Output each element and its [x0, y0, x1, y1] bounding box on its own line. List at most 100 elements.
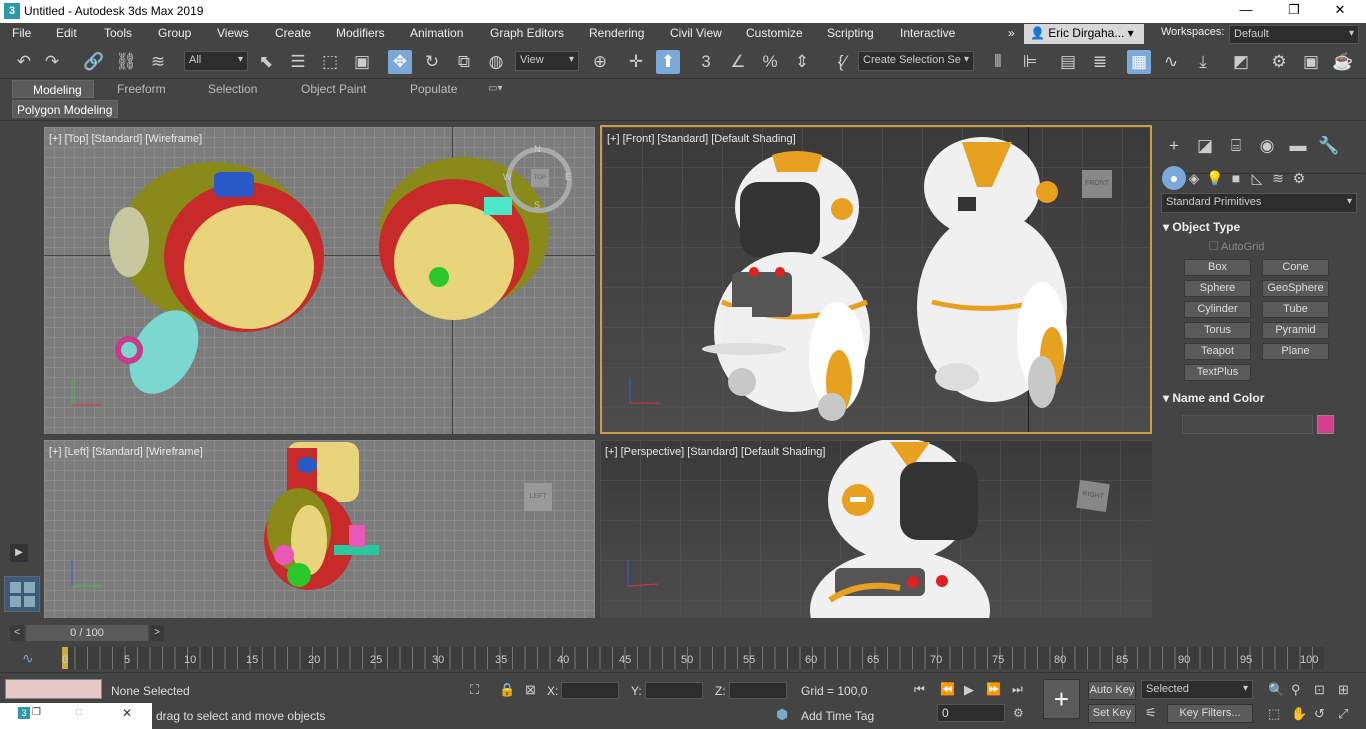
user-account-button[interactable]: 👤 Eric Dirgaha... ▾	[1024, 24, 1144, 44]
menu-views[interactable]: Views	[217, 26, 249, 40]
go-to-end-icon[interactable]: ⏭	[1012, 682, 1023, 697]
undo-icon[interactable]: ↶	[12, 50, 36, 74]
go-to-start-icon[interactable]: ⏮	[914, 682, 925, 697]
mini-curve-editor-icon[interactable]: ∿	[22, 650, 34, 667]
select-by-name-icon[interactable]: ☰	[286, 50, 310, 74]
display-tab-icon[interactable]: ▬	[1286, 134, 1310, 158]
viewport-front[interactable]: [+] [Front] [Standard] [Default Shading]…	[600, 125, 1152, 434]
plane-button[interactable]: Plane	[1262, 343, 1329, 360]
key-filter-icon[interactable]: ⚟	[1145, 705, 1157, 721]
autogrid-checkbox[interactable]: AutoGrid	[1209, 241, 1264, 253]
tube-button[interactable]: Tube	[1262, 301, 1329, 318]
viewport-top-label[interactable]: [+] [Top] [Standard] [Wireframe]	[49, 133, 202, 145]
name-and-color-rollout-header[interactable]: ▾ Name and Color	[1163, 391, 1359, 405]
select-object-icon[interactable]: ⬉	[254, 50, 278, 74]
menu-create[interactable]: Create	[275, 26, 311, 40]
expand-arrow-icon[interactable]: ▶	[10, 544, 28, 562]
pan-view-icon[interactable]: ✋	[1291, 706, 1307, 722]
viewcube-right[interactable]: RIGHT	[1076, 480, 1110, 512]
tab-object-paint[interactable]: Object Paint	[301, 82, 366, 96]
object-type-rollout-header[interactable]: ▾ Object Type	[1163, 220, 1359, 234]
menu-edit[interactable]: Edit	[56, 26, 77, 40]
curve-editor-icon[interactable]: ∿	[1159, 50, 1183, 74]
play-icon[interactable]: ▶	[964, 682, 974, 698]
add-time-tag-icon[interactable]: ⬢	[776, 706, 788, 723]
viewcube-compass-icon[interactable]: TOP N S W E	[503, 144, 572, 213]
y-coordinate-field[interactable]	[645, 682, 703, 699]
viewport-front-label[interactable]: [+] [Front] [Standard] [Default Shading]	[607, 133, 796, 145]
time-slider[interactable]: 0 / 100	[26, 625, 148, 641]
sphere-button[interactable]: Sphere	[1184, 280, 1251, 297]
systems-icon[interactable]: ⚙	[1287, 166, 1311, 190]
menu-customize[interactable]: Customize	[746, 26, 803, 40]
link-icon[interactable]: 🔗	[82, 50, 106, 74]
create-tab-icon[interactable]: +	[1162, 134, 1186, 158]
torus-button[interactable]: Torus	[1184, 322, 1251, 339]
viewport-top[interactable]: [+] [Top] [Standard] [Wireframe] TOP N S…	[44, 127, 595, 434]
viewcube-front[interactable]: FRONT	[1082, 170, 1112, 198]
menu-overflow-icon[interactable]: »	[1008, 26, 1015, 40]
auto-key-button[interactable]: Auto Key	[1088, 681, 1136, 700]
rectangular-selection-icon[interactable]: ⬚	[318, 50, 342, 74]
geosphere-button[interactable]: GeoSphere	[1262, 280, 1329, 297]
scene-explorer-icon[interactable]: ▤	[1056, 50, 1080, 74]
absolute-mode-icon[interactable]: ⊠	[525, 682, 536, 698]
percent-snap-icon[interactable]: %	[758, 50, 782, 74]
key-mode-dropdown[interactable]: Selected	[1141, 680, 1253, 699]
key-filters-button[interactable]: Key Filters...	[1167, 704, 1253, 723]
menu-group[interactable]: Group	[158, 26, 191, 40]
reference-coordinate-dropdown[interactable]: View	[515, 51, 579, 71]
rendered-frame-window-icon[interactable]: ▣	[1299, 50, 1323, 74]
select-and-rotate-icon[interactable]: ↻	[420, 50, 444, 74]
close-button[interactable]: ✕	[1320, 2, 1360, 20]
maximize-button[interactable]: ❐	[1274, 2, 1314, 20]
menu-tools[interactable]: Tools	[104, 26, 132, 40]
minimize-icon[interactable]: □	[76, 707, 82, 718]
set-key-button[interactable]: Set Key	[1088, 704, 1136, 723]
add-time-tag-label[interactable]: Add Time Tag	[801, 709, 874, 723]
textplus-button[interactable]: TextPlus	[1184, 364, 1251, 381]
hierarchy-tab-icon[interactable]: ⌸	[1224, 134, 1248, 158]
keyboard-shortcut-override-icon[interactable]: ⬆	[656, 50, 680, 74]
menu-modifiers[interactable]: Modifiers	[336, 26, 385, 40]
menu-file[interactable]: File	[12, 26, 31, 40]
material-editor-icon[interactable]: ◩	[1229, 50, 1253, 74]
angle-snap-icon[interactable]: ∠	[726, 50, 750, 74]
tab-modeling[interactable]: Modeling	[12, 80, 94, 98]
orbit-icon[interactable]: ↺	[1314, 706, 1325, 722]
menu-interactive[interactable]: Interactive	[900, 26, 955, 40]
app-icon[interactable]: 3	[4, 3, 20, 19]
render-setup-icon[interactable]: ⚙	[1267, 50, 1291, 74]
tab-populate[interactable]: Populate	[410, 82, 457, 96]
toggle-ribbon-icon[interactable]: ▦	[1127, 50, 1151, 74]
redo-icon[interactable]: ↷	[40, 50, 64, 74]
minimize-button[interactable]: —	[1226, 2, 1266, 20]
maximize-viewport-icon[interactable]: ⤢	[1338, 706, 1348, 722]
maxscript-listener-field[interactable]	[5, 679, 102, 699]
zoom-all-icon[interactable]: ⚲	[1291, 682, 1301, 698]
time-configuration-icon[interactable]: ⚙	[1013, 706, 1024, 720]
menu-rendering[interactable]: Rendering	[589, 26, 644, 40]
isolate-selection-icon[interactable]: ⛶	[470, 682, 479, 698]
tab-freeform[interactable]: Freeform	[117, 82, 166, 96]
zoom-extents-icon[interactable]: ⊡	[1314, 682, 1325, 698]
next-frame-icon[interactable]: ⏩	[986, 682, 1001, 696]
bind-space-warp-icon[interactable]: ≋	[146, 50, 170, 74]
zoom-extents-all-icon[interactable]: ⊞	[1338, 682, 1349, 698]
place-icon[interactable]: ◍	[484, 50, 508, 74]
viewcube-left[interactable]: LEFT	[524, 483, 552, 511]
align-icon[interactable]: ⊫	[1018, 50, 1042, 74]
mirror-icon[interactable]: ⫴	[986, 50, 1010, 74]
object-name-field[interactable]	[1182, 415, 1313, 434]
render-production-icon[interactable]: ☕	[1331, 50, 1355, 74]
motion-tab-icon[interactable]: ◉	[1255, 134, 1279, 158]
pivot-center-icon[interactable]: ⊕	[588, 50, 612, 74]
cone-button[interactable]: Cone	[1262, 259, 1329, 276]
layer-explorer-icon[interactable]: ≣	[1088, 50, 1112, 74]
select-manipulate-icon[interactable]: ✛	[624, 50, 648, 74]
utilities-tab-icon[interactable]: 🔧	[1317, 134, 1341, 158]
next-frame-icon[interactable]: >	[150, 625, 164, 641]
pyramid-button[interactable]: Pyramid	[1262, 322, 1329, 339]
viewport-left[interactable]: [+] [Left] [Standard] [Wireframe] LEFT	[44, 440, 595, 618]
close-icon[interactable]: ✕	[122, 706, 132, 720]
